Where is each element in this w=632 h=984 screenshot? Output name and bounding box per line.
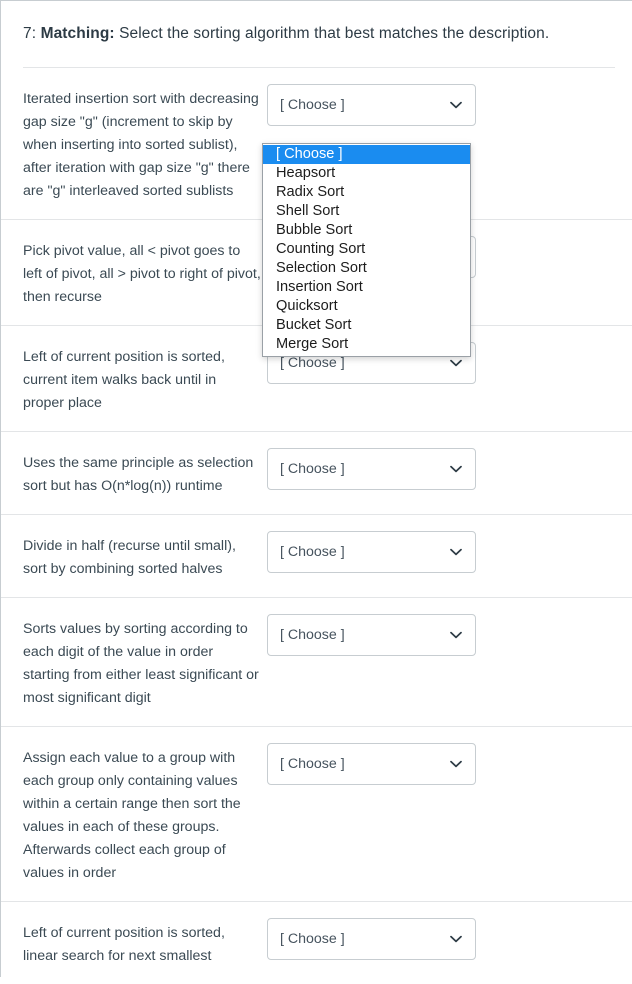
dropdown-option-merge-sort[interactable]: Merge Sort [263, 335, 470, 354]
chevron-down-icon [450, 548, 462, 556]
select-options-popup[interactable]: [ Choose ] Heapsort Radix Sort Shell Sor… [262, 143, 471, 357]
answer-description: Pick pivot value, all < pivot goes to le… [23, 243, 261, 306]
dropdown-option-selection-sort[interactable]: Selection Sort [263, 259, 470, 278]
answer-select-0[interactable]: [ Choose ] [267, 84, 476, 127]
chevron-down-icon [450, 631, 462, 639]
chevron-down-icon [450, 101, 462, 109]
table-row: Left of current position is sorted, line… [1, 902, 632, 984]
answer-select-wrapper: [ Choose ] [267, 531, 476, 574]
dropdown-option-bucket-sort[interactable]: Bucket Sort [263, 316, 470, 335]
table-row: Sorts values by sorting according to eac… [1, 598, 632, 728]
answer-description: Sorts values by sorting according to eac… [23, 621, 259, 707]
answer-select-wrapper: [ Choose ] [267, 743, 476, 786]
answer-select-wrapper: [ Choose ] [267, 84, 476, 127]
answer-select-4[interactable]: [ Choose ] [267, 531, 476, 574]
quiz-question-page: 7: Matching: Select the sorting algorith… [0, 0, 632, 977]
answer-description: Divide in half (recurse until small), so… [23, 538, 236, 578]
dropdown-option-bubble-sort[interactable]: Bubble Sort [263, 221, 470, 240]
answer-select-wrapper: [ Choose ] [267, 614, 476, 657]
answer-select-wrapper: [ Choose ] [267, 918, 476, 961]
dropdown-option-quicksort[interactable]: Quicksort [263, 297, 470, 316]
answer-select-7[interactable]: [ Choose ] [267, 918, 476, 961]
dropdown-option-choose[interactable]: [ Choose ] [263, 145, 470, 164]
dropdown-option-insertion-sort[interactable]: Insertion Sort [263, 278, 470, 297]
dropdown-option-heapsort[interactable]: Heapsort [263, 164, 470, 183]
answer-description: Left of current position is sorted, curr… [23, 349, 225, 412]
table-row: Uses the same principle as selection sor… [1, 432, 632, 516]
dropdown-option-radix-sort[interactable]: Radix Sort [263, 183, 470, 202]
table-row: Assign each value to a group with each g… [1, 727, 632, 903]
page-title: 7: Matching: Select the sorting algorith… [1, 1, 632, 45]
select-value: [ Choose ] [280, 97, 345, 114]
answer-select-wrapper: [ Choose ] [267, 448, 476, 491]
chevron-down-icon [450, 935, 462, 943]
chevron-down-icon [450, 465, 462, 473]
question-prompt: Select the sorting algorithm that best m… [119, 25, 550, 42]
answer-description: Left of current position is sorted, line… [23, 925, 225, 965]
select-value: [ Choose ] [280, 931, 345, 948]
answer-description: Iterated insertion sort with decreasing … [23, 91, 259, 200]
select-value: [ Choose ] [280, 461, 345, 478]
chevron-down-icon [450, 359, 462, 367]
answer-select-5[interactable]: [ Choose ] [267, 614, 476, 657]
dropdown-option-counting-sort[interactable]: Counting Sort [263, 240, 470, 259]
table-row: Divide in half (recurse until small), so… [1, 515, 632, 599]
answer-description: Assign each value to a group with each g… [23, 750, 241, 882]
question-type-label: Matching: [40, 25, 115, 42]
chevron-down-icon [450, 760, 462, 768]
question-number: 7: [23, 25, 37, 42]
select-value: [ Choose ] [280, 756, 345, 773]
select-value: [ Choose ] [280, 544, 345, 561]
dropdown-option-shell-sort[interactable]: Shell Sort [263, 202, 470, 221]
select-value: [ Choose ] [280, 627, 345, 644]
answer-select-3[interactable]: [ Choose ] [267, 448, 476, 491]
answer-select-6[interactable]: [ Choose ] [267, 743, 476, 786]
select-value: [ Choose ] [280, 355, 345, 372]
answer-description: Uses the same principle as selection sor… [23, 455, 254, 495]
